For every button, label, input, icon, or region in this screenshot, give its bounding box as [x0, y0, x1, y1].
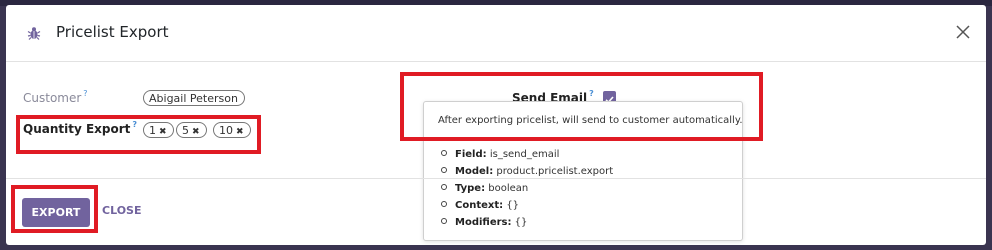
close-button[interactable]: CLOSE: [102, 204, 141, 217]
dialog-title: Pricelist Export: [56, 23, 169, 41]
footer-divider: [6, 178, 986, 179]
tooltip-item-key: Context:: [455, 200, 504, 211]
customer-help-icon[interactable]: ?: [83, 89, 87, 98]
customer-label: Customer?: [23, 89, 88, 105]
bullet-icon: [441, 150, 447, 156]
tooltip-technical-list: Field: is_send_email Model: product.pric…: [441, 146, 613, 231]
tooltip-item-key: Field:: [455, 149, 487, 160]
close-icon[interactable]: [955, 24, 971, 40]
tooltip-item-value: is_send_email: [489, 149, 560, 160]
tooltip-item: Type: boolean: [441, 180, 613, 197]
bullet-icon: [441, 167, 447, 173]
tooltip-item: Field: is_send_email: [441, 146, 613, 163]
bullet-icon: [441, 184, 447, 190]
tooltip-item-key: Modifiers:: [455, 217, 512, 228]
pricelist-export-dialog: Pricelist Export Customer? Abigail Peter…: [6, 5, 986, 245]
tooltip-item-value: {}: [514, 217, 528, 228]
tooltip-item-value: boolean: [488, 183, 529, 194]
highlight-send-email: [400, 72, 763, 141]
bug-icon: [26, 25, 42, 41]
dialog-header: Pricelist Export: [6, 5, 986, 62]
customer-tag-label: Abigail Peterson: [149, 92, 238, 105]
highlight-export-button: [11, 185, 98, 233]
bullet-icon: [441, 201, 447, 207]
highlight-quantity-export: [16, 115, 261, 154]
tooltip-item-key: Type:: [455, 183, 486, 194]
customer-tag[interactable]: Abigail Peterson: [143, 90, 245, 106]
tooltip-item-value: {}: [506, 200, 520, 211]
tooltip-item-key: Model:: [455, 166, 494, 177]
tooltip-item: Modifiers: {}: [441, 214, 613, 231]
tooltip-item-value: product.pricelist.export: [496, 166, 614, 177]
customer-label-text: Customer: [23, 91, 82, 105]
bullet-icon: [441, 218, 447, 224]
tooltip-item: Context: {}: [441, 197, 613, 214]
